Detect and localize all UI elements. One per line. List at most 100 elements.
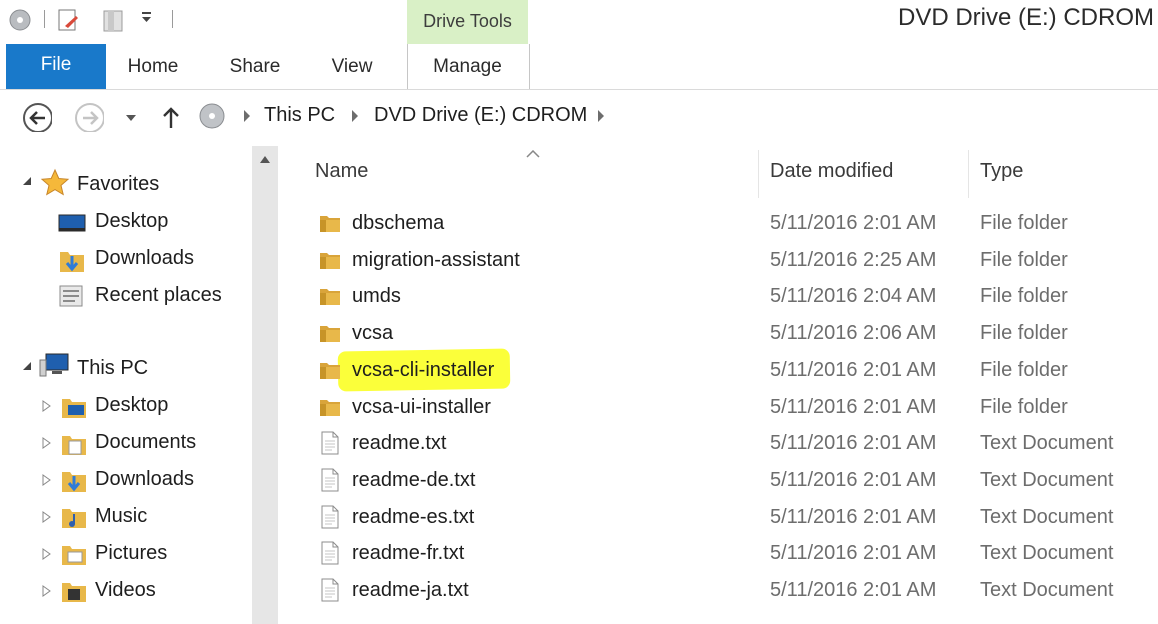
file-type: File folder [980, 396, 1068, 418]
column-header-type[interactable]: Type [980, 160, 1023, 183]
file-type: File folder [980, 285, 1068, 307]
column-divider[interactable] [968, 150, 969, 198]
collapse-arrow-icon[interactable] [22, 361, 32, 371]
file-row[interactable]: vcsa-ui-installer 5/11/2016 2:01 AM File f… [300, 389, 1158, 425]
separator [172, 10, 173, 28]
file-name: vcsa-ui-installer [352, 396, 491, 418]
tab-view[interactable]: View [322, 44, 382, 89]
tab-share[interactable]: Share [222, 44, 288, 89]
file-name: dbschema [352, 212, 445, 234]
customize-qa-icon[interactable] [140, 10, 154, 24]
file-date-modified: 5/11/2016 2:01 AM [770, 469, 937, 491]
file-row[interactable]: readme-fr.txt 5/11/2016 2:01 AM Text Docum… [300, 535, 1158, 571]
nav-this-pc-documents[interactable]: Documents [95, 424, 196, 460]
file-type: Text Document [980, 432, 1114, 454]
file-row[interactable]: readme-es.txt 5/11/2016 2:01 AM Text Docum… [300, 499, 1158, 535]
file-type: File folder [980, 322, 1068, 344]
videos-icon [62, 583, 86, 602]
breadcrumb-chevron[interactable] [598, 110, 604, 122]
expand-arrow-icon[interactable] [42, 474, 52, 486]
back-button[interactable] [22, 102, 52, 132]
breadcrumb-this-pc[interactable]: This PC [264, 104, 335, 127]
downloads-icon [62, 472, 86, 492]
scroll-up-arrow-icon[interactable] [260, 156, 270, 163]
file-row[interactable]: dbschema 5/11/2016 2:01 AM File folder [300, 205, 1158, 241]
file-name: readme-fr.txt [352, 542, 465, 564]
file-date-modified: 5/11/2016 2:04 AM [770, 285, 937, 307]
file-type: Text Document [980, 506, 1114, 528]
file-row[interactable]: readme-de.txt 5/11/2016 2:01 AM Text Docum… [300, 462, 1158, 498]
file-name: umds [352, 285, 401, 307]
file-name: readme-es.txt [352, 506, 475, 528]
file-type: File folder [980, 212, 1068, 234]
tab-home[interactable]: Home [122, 44, 184, 89]
folder-icon [320, 363, 340, 379]
documents-icon [62, 436, 86, 455]
file-name: readme-de.txt [352, 469, 476, 491]
column-header-name[interactable]: Name [315, 160, 368, 183]
file-date-modified: 5/11/2016 2:06 AM [770, 322, 937, 344]
expand-arrow-icon[interactable] [42, 548, 52, 560]
nav-this-pc-videos[interactable]: Videos [95, 572, 156, 608]
column-divider[interactable] [758, 150, 759, 198]
nav-favorites-recent-places[interactable]: Recent places [95, 277, 222, 313]
file-name: vcsa [352, 322, 394, 344]
file-row[interactable]: readme-ja.txt 5/11/2016 2:01 AM Text Docum… [300, 572, 1158, 608]
file-type: File folder [980, 249, 1068, 271]
file-row[interactable]: umds 5/11/2016 2:04 AM File folder [300, 278, 1158, 314]
new-folder-icon[interactable] [102, 8, 126, 34]
recent-places-icon [59, 285, 83, 307]
breadcrumb-chevron[interactable] [244, 110, 250, 122]
nav-this-pc-pictures[interactable]: Pictures [95, 535, 167, 571]
title-bar: Drive Tools DVD Drive (E:) CDROM [0, 0, 1158, 44]
drive-tools-context-label: Drive Tools [407, 0, 528, 44]
file-name: vcsa-cli-installer [352, 359, 495, 381]
nav-favorites[interactable]: Favorites [77, 166, 159, 202]
text-file-icon [321, 505, 339, 529]
nav-this-pc-downloads[interactable]: Downloads [95, 461, 194, 497]
nav-scrollbar[interactable] [252, 146, 278, 624]
nav-this-pc-music[interactable]: Music [95, 498, 147, 534]
file-name: readme.txt [352, 432, 447, 454]
music-icon [62, 509, 86, 528]
desktop-icon [58, 214, 86, 232]
pictures-icon [62, 546, 86, 565]
breadcrumb-chevron[interactable] [352, 110, 358, 122]
file-row[interactable]: vcsa 5/11/2016 2:06 AM File folder [300, 315, 1158, 351]
dvd-drive-icon [199, 103, 225, 129]
collapse-arrow-icon[interactable] [22, 176, 32, 186]
forward-button[interactable] [74, 102, 104, 132]
file-row[interactable]: migration-assistant 5/11/2016 2:25 AM File… [300, 242, 1158, 278]
file-date-modified: 5/11/2016 2:01 AM [770, 542, 937, 564]
tab-file[interactable]: File [6, 44, 106, 89]
address-bar: This PC DVD Drive (E:) CDROM [0, 90, 1158, 144]
nav-this-pc-desktop[interactable]: Desktop [95, 387, 168, 423]
file-date-modified: 5/11/2016 2:01 AM [770, 579, 937, 601]
nav-favorites-downloads[interactable]: Downloads [95, 240, 194, 276]
tab-manage[interactable]: Manage [407, 44, 528, 89]
recent-locations-icon[interactable] [125, 113, 137, 123]
folder-icon [320, 289, 340, 305]
text-file-icon [321, 431, 339, 455]
downloads-icon [60, 252, 84, 272]
up-arrow-icon[interactable] [160, 106, 182, 130]
window-title: DVD Drive (E:) CDROM [898, 4, 1154, 31]
expand-arrow-icon[interactable] [42, 400, 52, 412]
text-file-icon [321, 541, 339, 565]
nav-favorites-desktop[interactable]: Desktop [95, 203, 168, 239]
expand-arrow-icon[interactable] [42, 437, 52, 449]
expand-arrow-icon[interactable] [42, 511, 52, 523]
text-file-icon [321, 578, 339, 602]
expand-arrow-icon[interactable] [42, 585, 52, 597]
column-header-date-modified[interactable]: Date modified [770, 160, 893, 183]
file-row[interactable]: readme.txt 5/11/2016 2:01 AM Text Document [300, 425, 1158, 461]
file-date-modified: 5/11/2016 2:01 AM [770, 506, 937, 528]
navigation-pane: Favorites Desktop Downloads Recent place… [0, 146, 252, 624]
breadcrumb-dvd-drive[interactable]: DVD Drive (E:) CDROM [374, 104, 587, 127]
folder-icon [320, 253, 340, 269]
properties-icon[interactable] [56, 8, 80, 34]
nav-this-pc[interactable]: This PC [77, 350, 148, 386]
file-date-modified: 5/11/2016 2:01 AM [770, 359, 937, 381]
folder-icon [320, 400, 340, 416]
file-row[interactable]: vcsa-cli-installer 5/11/2016 2:01 AM File … [300, 352, 1158, 388]
